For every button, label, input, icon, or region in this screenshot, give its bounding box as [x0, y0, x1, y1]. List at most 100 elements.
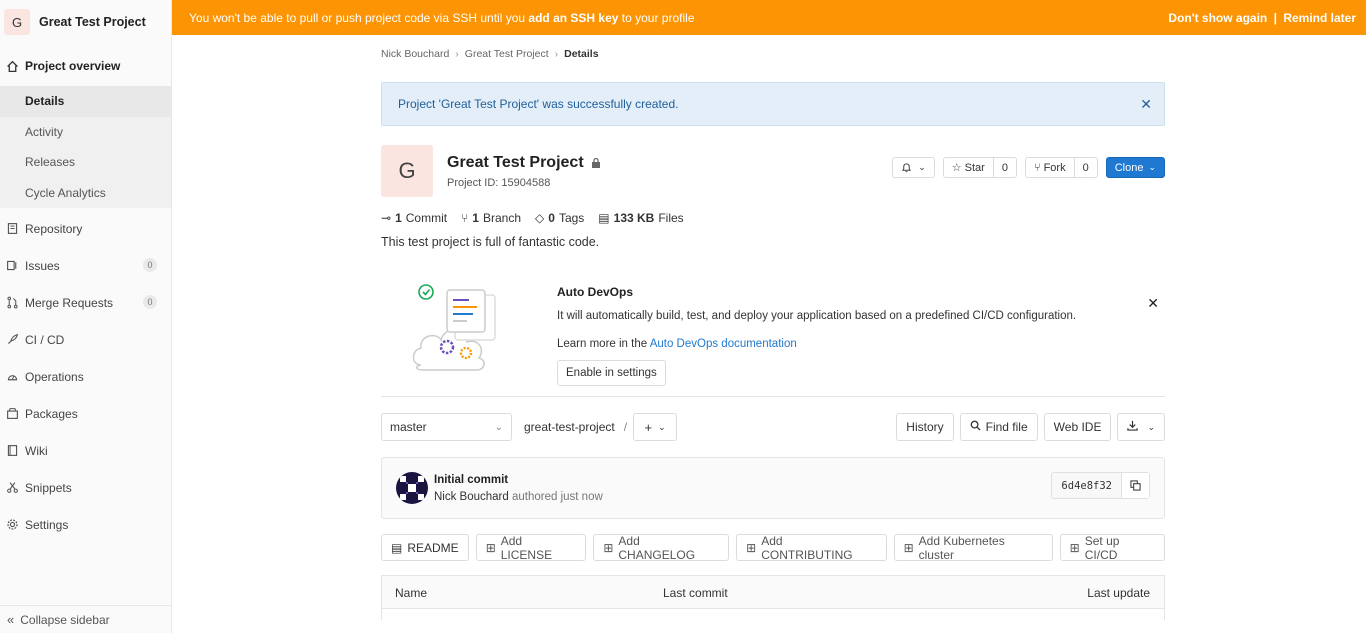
commit-meta: Nick Bouchard authored just now: [434, 491, 603, 503]
set-up-ci-cd-button[interactable]: ⊞ Set up CI/CD: [1059, 533, 1165, 562]
commit-icon: ⊸: [381, 211, 392, 225]
plus-square-icon: ⊞: [746, 540, 757, 555]
sidebar-item-packages[interactable]: Packages: [0, 395, 171, 432]
commit-title[interactable]: Initial commit: [434, 474, 508, 486]
clone-button[interactable]: Clone ⌄: [1105, 157, 1165, 178]
add-license-button[interactable]: ⊞ Add LICENSE: [475, 534, 587, 562]
breadcrumb-item-user[interactable]: Nick Bouchard: [381, 48, 449, 60]
add-contributing-button[interactable]: ⊞ Add CONTRIBUTING: [736, 534, 887, 562]
web-ide-button[interactable]: Web IDE: [1043, 413, 1112, 441]
star-segment: ☆ Star: [944, 158, 993, 177]
repo-actions: History Find file Web IDE ⌄: [896, 413, 1165, 441]
sidebar-item-label: CI / CD: [25, 332, 65, 347]
sidebar-project-header[interactable]: G Great Test Project: [0, 0, 171, 44]
fork-count[interactable]: 0: [1073, 158, 1097, 177]
quick-action-label: Set up CI/CD: [1084, 533, 1120, 562]
tags-stat[interactable]: ◇ 0 Tags: [535, 211, 584, 225]
tag-icon: ◇: [535, 211, 545, 225]
chevron-down-icon: ⌄: [494, 421, 503, 433]
commits-stat[interactable]: ⊸ 1 Commit: [381, 211, 447, 225]
readme-button[interactable]: ▤ README: [381, 534, 469, 561]
branch-select[interactable]: master ⌄: [381, 413, 512, 441]
add-to-tree-dropdown[interactable]: + ⌄: [633, 413, 678, 441]
remind-later-link[interactable]: Remind later: [1283, 11, 1356, 25]
avatar[interactable]: [396, 472, 428, 504]
main-content: Nick Bouchard › Great Test Project › Det…: [381, 35, 1165, 620]
branches-stat[interactable]: ⑂ 1 Branch: [461, 211, 521, 225]
sidebar-item-merge-requests[interactable]: Merge Requests 0: [0, 284, 171, 321]
repo-path: great-test-project /: [524, 420, 627, 434]
add-ssh-key-link[interactable]: add an SSH key: [528, 11, 618, 25]
star-count[interactable]: 0: [992, 158, 1016, 177]
star-button[interactable]: ☆ Star 0: [942, 157, 1017, 178]
chevron-right-icon: ›: [554, 48, 559, 60]
file-icon: ▤: [391, 540, 403, 555]
fork-button[interactable]: ⑂ Fork 0: [1024, 157, 1098, 178]
home-icon: [5, 59, 19, 73]
last-commit-panel: Initial commit Nick Bouchard authored ju…: [381, 457, 1165, 519]
commit-sha[interactable]: 6d4e8f32: [1052, 473, 1121, 498]
add-changelog-button[interactable]: ⊞ Add CHANGELOG: [593, 533, 730, 562]
chevron-down-icon: ⌄: [658, 421, 666, 432]
dont-show-again-link[interactable]: Don't show again: [1168, 11, 1267, 25]
find-file-button[interactable]: Find file: [959, 413, 1038, 441]
chevron-down-icon: ⌄: [1147, 421, 1155, 432]
fork-label: Fork: [1043, 161, 1066, 174]
close-icon[interactable]: ✕: [1147, 295, 1159, 312]
banner-actions: Don't show again | Remind later: [1168, 11, 1356, 25]
sidebar-item-ci-cd[interactable]: CI / CD: [0, 321, 171, 358]
notification-dropdown[interactable]: ⌄: [892, 157, 935, 178]
repo-path-link[interactable]: great-test-project: [524, 420, 615, 434]
issues-icon: [5, 259, 19, 273]
devops-text: It will automatically build, test, and d…: [557, 310, 1077, 322]
rocket-icon: [5, 333, 19, 347]
sidebar-item-repository[interactable]: Repository: [0, 210, 171, 247]
download-dropdown[interactable]: ⌄: [1117, 413, 1165, 441]
clone-label: Clone: [1114, 161, 1144, 174]
devops-learn-more: Learn more in the Auto DevOps documentat…: [557, 338, 1076, 350]
sidebar-subitem-cycle-analytics[interactable]: Cycle Analytics: [0, 178, 171, 209]
breadcrumb-current[interactable]: Details: [564, 48, 598, 60]
enable-in-settings-button[interactable]: Enable in settings: [557, 360, 666, 386]
find-file-label: Find file: [985, 420, 1028, 434]
learn-prefix: Learn more in the: [557, 338, 650, 350]
files-stat[interactable]: ▤ 133 KB Files: [598, 211, 683, 225]
auto-devops-docs-link[interactable]: Auto DevOps documentation: [650, 338, 797, 350]
sidebar-item-operations[interactable]: Operations: [0, 358, 171, 395]
sidebar-item-label: Issues: [25, 258, 60, 273]
quick-action-label: Add CHANGELOG: [618, 533, 696, 562]
sidebar-item-settings[interactable]: Settings: [0, 506, 171, 543]
project-avatar-large: G: [381, 145, 433, 197]
chevron-right-icon: ›: [455, 48, 459, 60]
collapse-sidebar-button[interactable]: « Collapse sidebar: [0, 605, 171, 633]
column-header-last-commit: Last commit: [663, 586, 728, 600]
breadcrumb-item-project[interactable]: Great Test Project: [465, 48, 549, 60]
fork-segment: ⑂ Fork: [1026, 158, 1074, 177]
sidebar-item-issues[interactable]: Issues 0: [0, 247, 171, 284]
merge-requests-count-badge: 0: [143, 295, 157, 309]
sidebar-subitem-activity[interactable]: Activity: [0, 117, 171, 148]
devops-title: Auto DevOps: [557, 285, 634, 299]
sidebar-subitem-releases[interactable]: Releases: [0, 147, 171, 178]
overview-submenu: Details Activity Releases Cycle Analytic…: [0, 86, 171, 208]
fork-icon: ⑂: [1033, 161, 1041, 174]
commit-author[interactable]: Nick Bouchard: [434, 491, 509, 503]
close-icon[interactable]: ✕: [1140, 96, 1152, 113]
sidebar-item-wiki[interactable]: Wiki: [0, 432, 171, 469]
copy-icon[interactable]: [1121, 473, 1149, 498]
banner-text: You won't be able to pull or push projec…: [189, 10, 529, 25]
ssh-key-warning-banner: You won't be able to pull or push projec…: [172, 0, 1366, 35]
history-button[interactable]: History: [896, 413, 954, 441]
plus-icon: +: [644, 419, 653, 435]
book-icon: [5, 222, 19, 236]
add-kubernetes-cluster-button[interactable]: ⊞ Add Kubernetes cluster: [893, 534, 1053, 562]
sidebar-item-project-overview[interactable]: Project overview: [0, 46, 171, 86]
project-stats: ⊸ 1 Commit ⑂ 1 Branch ◇ 0 Tags ▤ 133 KB Files: [381, 209, 1165, 227]
sidebar-item-label: Operations: [25, 369, 84, 384]
project-description: This test project is full of fantastic c…: [381, 235, 600, 249]
sidebar-subitem-details[interactable]: Details: [0, 86, 171, 117]
project-name: Great Test Project: [447, 153, 584, 171]
package-icon: [5, 407, 19, 421]
sidebar-item-snippets[interactable]: Snippets: [0, 469, 171, 506]
tags-label: Tags: [558, 211, 585, 225]
